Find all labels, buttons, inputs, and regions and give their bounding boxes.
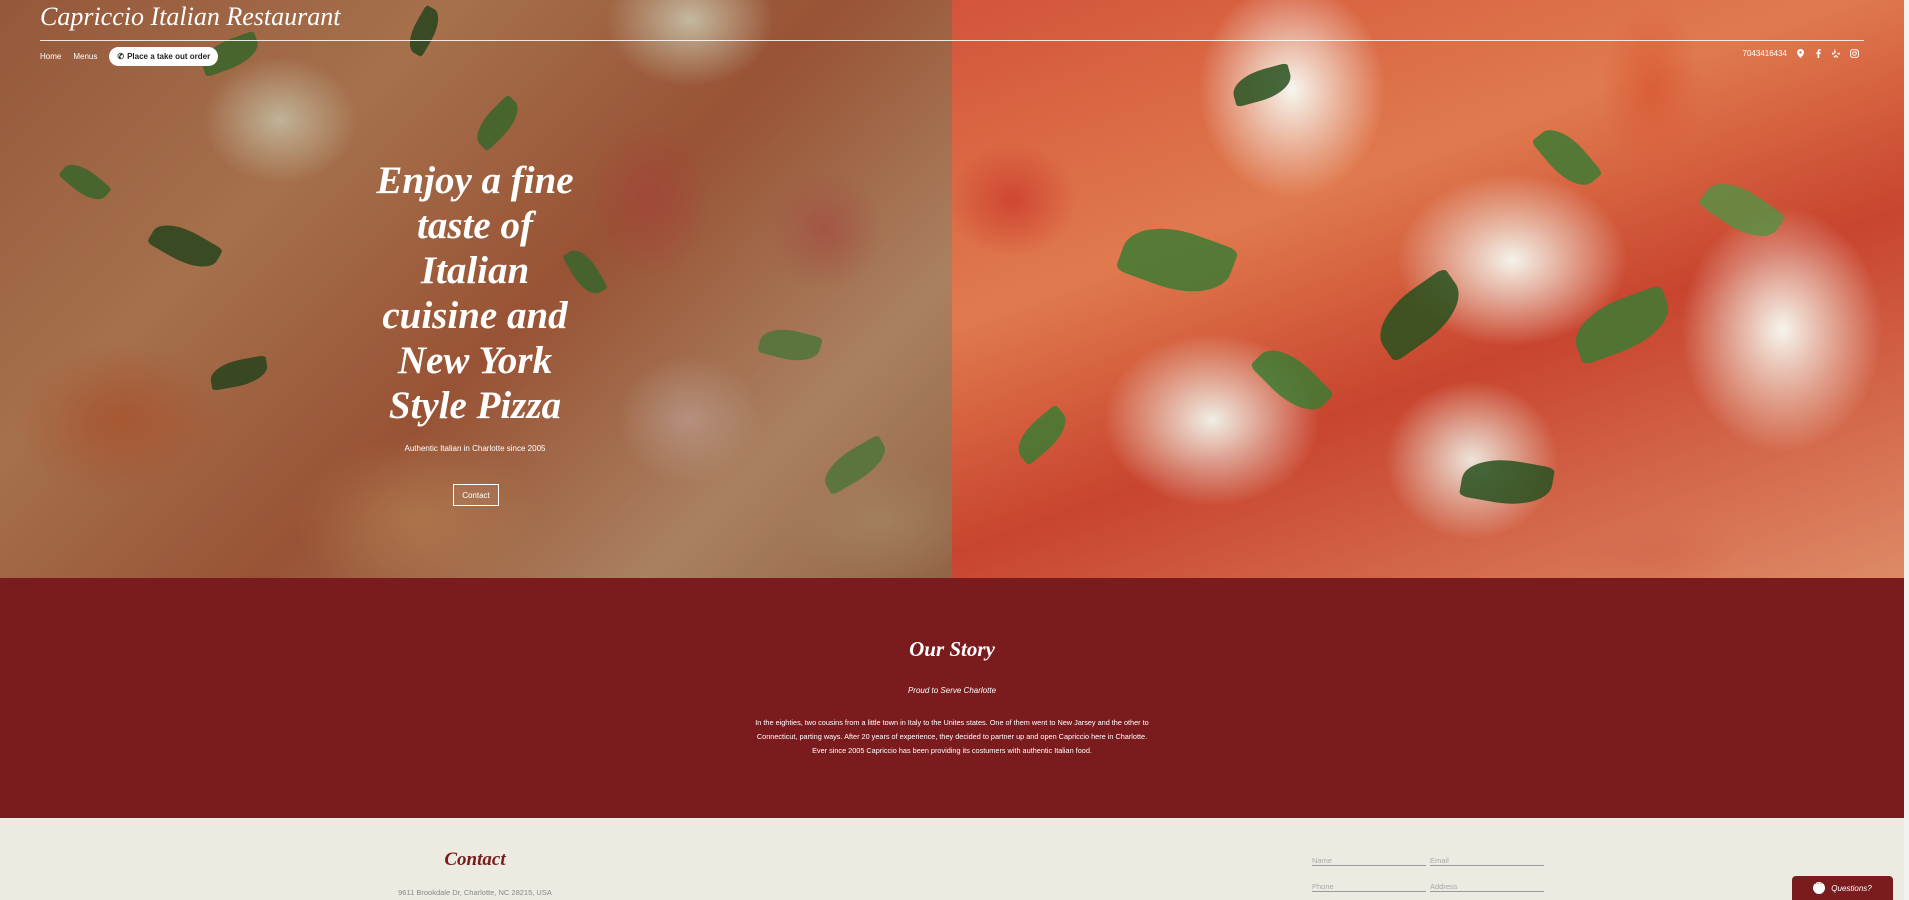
- header-right: 7043416434: [1743, 48, 1860, 58]
- hero-title: Enjoy a fine taste of Italian cuisine an…: [376, 159, 574, 427]
- address-field[interactable]: [1430, 879, 1544, 894]
- story-body: In the eighties, two cousins from a litt…: [755, 718, 1149, 755]
- contact-address: 9611 Brookdale Dr, Charlotte, NC 28215, …: [398, 888, 552, 897]
- main-nav: Home Menus ✆ Place a take out order: [40, 47, 219, 66]
- hero-image-right: [952, 0, 1904, 578]
- chat-label: Questions?: [1831, 883, 1872, 893]
- chat-bubble-icon: [1813, 879, 1826, 894]
- nav-home[interactable]: Home: [40, 52, 61, 61]
- contact-title: Contact: [444, 849, 506, 870]
- hero-subtitle: Authentic Italian in Charlotte since 200…: [404, 444, 546, 453]
- hero-contact-button[interactable]: Contact: [453, 484, 499, 506]
- chat-button[interactable]: Questions?: [1792, 876, 1893, 900]
- instagram-icon[interactable]: [1849, 48, 1859, 58]
- address-field-wrap: [1430, 876, 1544, 894]
- phone-field[interactable]: [1312, 879, 1426, 894]
- scrollbar[interactable]: [1904, 0, 1909, 900]
- yelp-icon[interactable]: [1831, 48, 1841, 58]
- contact-section: Contact 9611 Brookdale Dr, Charlotte, NC…: [0, 818, 1909, 900]
- nav-menus[interactable]: Menus: [73, 52, 97, 61]
- story-subtitle: Proud to Serve Charlotte: [907, 686, 997, 695]
- phone-number[interactable]: 7043416434: [1743, 49, 1788, 58]
- take-out-order-label: Place a take out order: [127, 52, 211, 61]
- take-out-order-button[interactable]: ✆ Place a take out order: [109, 47, 219, 66]
- email-field[interactable]: [1430, 853, 1544, 868]
- facebook-icon[interactable]: [1813, 48, 1823, 58]
- phone-icon: ✆: [117, 52, 125, 61]
- name-field-wrap: [1312, 850, 1426, 868]
- phone-field-wrap: [1312, 876, 1426, 894]
- our-story-section: Our Story Proud to Serve Charlotte In th…: [0, 578, 1904, 818]
- hero-section: Capriccio Italian Restaurant Home Menus …: [0, 0, 1904, 578]
- story-title: Our Story: [909, 637, 995, 661]
- location-icon[interactable]: [1795, 48, 1805, 58]
- email-field-wrap: [1430, 850, 1544, 868]
- name-field[interactable]: [1312, 853, 1426, 868]
- site-logo[interactable]: Capriccio Italian Restaurant: [40, 2, 340, 32]
- header-divider: [40, 40, 1864, 41]
